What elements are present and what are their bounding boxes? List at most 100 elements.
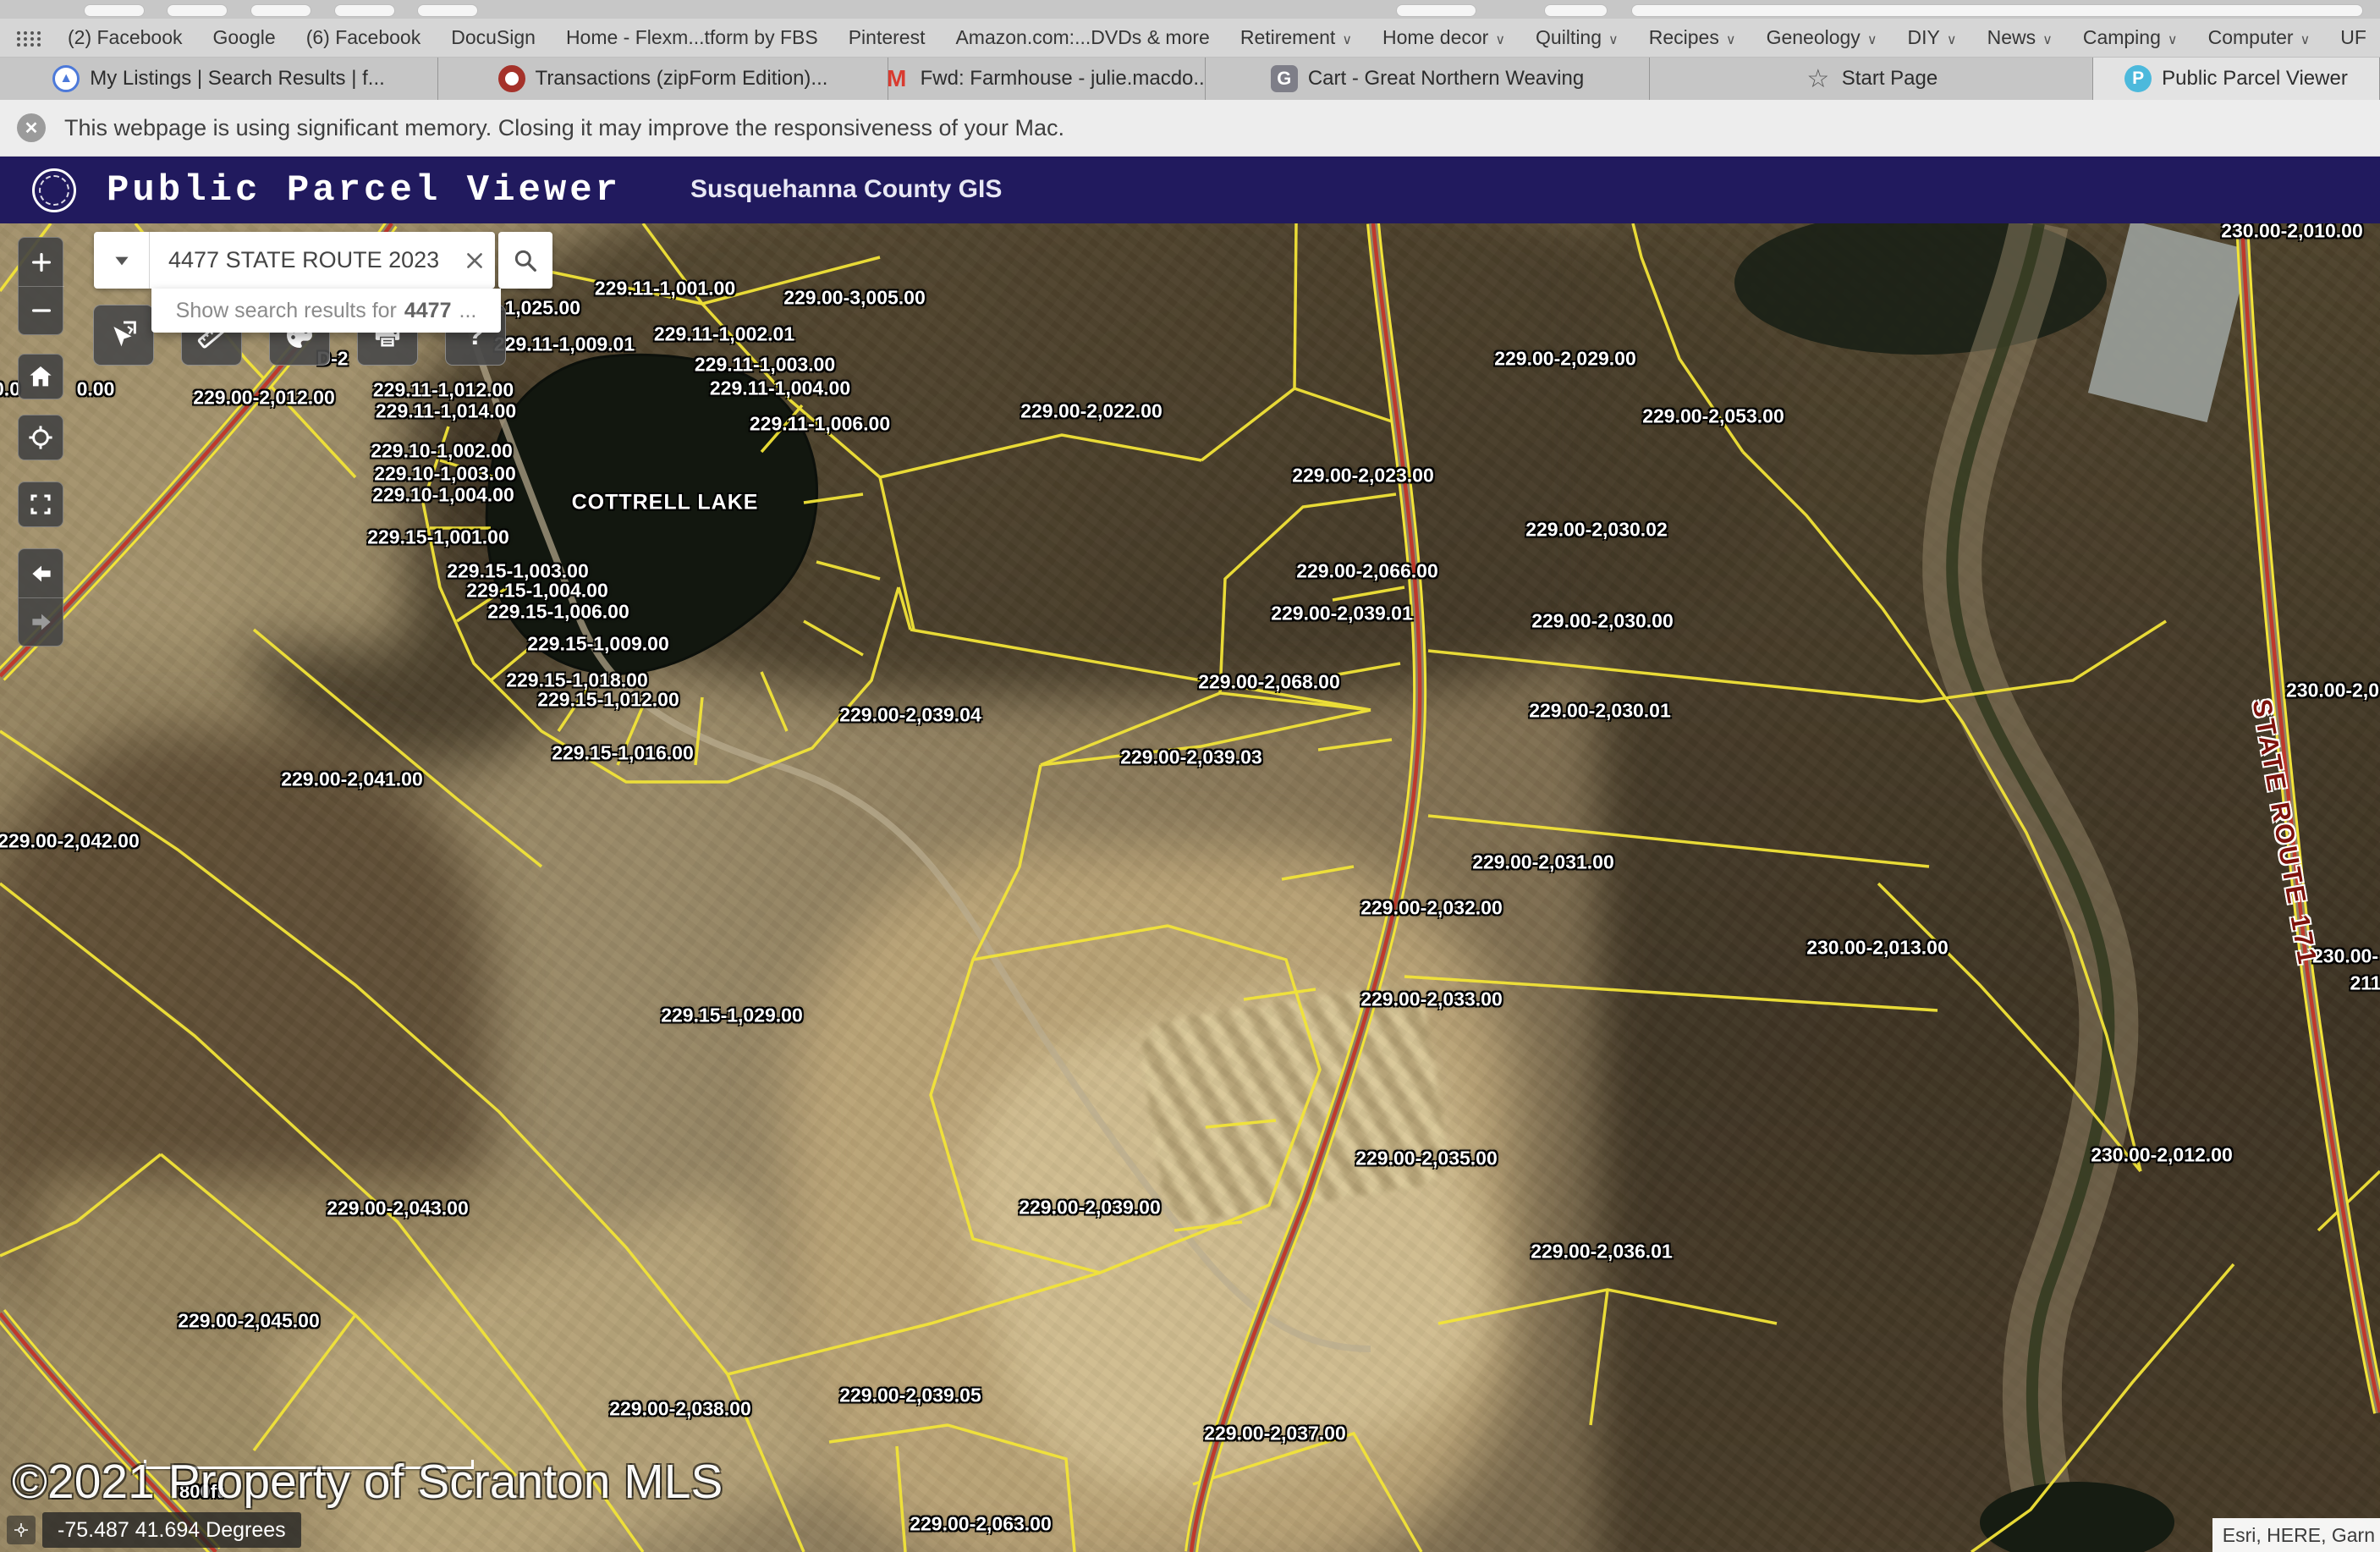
bookmark-item[interactable]: News	[1987, 26, 2053, 49]
search-button[interactable]	[498, 232, 552, 289]
plus-icon	[29, 250, 54, 275]
tab-bar: My Listings | Search Results | f... Tran…	[0, 58, 2380, 100]
parcel-label: 229.11-1,004.00	[710, 377, 850, 400]
tab-favicon	[498, 65, 525, 92]
parcel-label: 229.11-1,012.00	[373, 379, 514, 402]
bookmark-item[interactable]: (6) Facebook	[306, 26, 421, 49]
bookmark-item[interactable]: (2) Facebook	[68, 26, 183, 49]
fullscreen-button[interactable]	[18, 482, 63, 527]
previous-extent-button[interactable]	[19, 549, 64, 597]
zoom-control	[18, 237, 63, 335]
stream	[1952, 223, 2108, 1552]
window-chip	[334, 4, 395, 17]
coordinate-readout: -75.487 41.694 Degrees	[42, 1512, 301, 1548]
copyright-watermark: ©2021 Property of Scranton MLS	[12, 1454, 723, 1510]
bookmark-item[interactable]: Computer	[2208, 26, 2311, 49]
bookmark-item[interactable]: Home decor	[1382, 26, 1505, 49]
window-chip	[1396, 4, 1476, 17]
bookmark-item[interactable]: Recipes	[1649, 26, 1736, 49]
browser-tab[interactable]: My Listings | Search Results | f...	[0, 58, 438, 100]
parcel-label: 229.15-1,029.00	[661, 1004, 803, 1027]
search-source-dropdown[interactable]	[94, 232, 150, 289]
parcel-label: 229.00-2,030.01	[1529, 700, 1671, 723]
browser-tab[interactable]: Start Page	[1650, 58, 2093, 100]
zoom-out-button[interactable]	[19, 286, 64, 334]
parcel-label: 229.11-1,001.00	[595, 278, 735, 300]
bookmark-item[interactable]: Pinterest	[849, 26, 926, 49]
window-chip	[417, 4, 478, 17]
select-parcel-tool-button[interactable]	[93, 305, 154, 366]
parcel-label: 230.00-2,012.00	[2091, 1144, 2233, 1167]
tab-favicon	[1271, 65, 1298, 92]
parcel-label: 229.00-2,012.00	[193, 387, 335, 410]
bookmark-item[interactable]: Geneology	[1767, 26, 1877, 49]
bookmark-item[interactable]: Amazon.com:...DVDs & more	[955, 26, 1209, 49]
minus-icon	[29, 298, 54, 323]
bookmark-item[interactable]: Camping	[2083, 26, 2178, 49]
parcel-boundaries	[0, 223, 2380, 1552]
browser-tab[interactable]: Cart - Great Northern Weaving	[1206, 58, 1650, 100]
window-chip	[1544, 4, 1608, 17]
bookmark-item[interactable]: Retirement	[1240, 26, 1352, 49]
fullscreen-icon	[28, 492, 53, 517]
coordinate-tool[interactable]	[7, 1516, 36, 1544]
tab-title: Start Page	[1842, 67, 1938, 91]
parcel-label: 229.11-1,003.00	[695, 354, 835, 377]
map-canvas[interactable]: 229.11-1,001.00229.00-3,005.001-1,025.00…	[0, 223, 2380, 1552]
bookmark-item[interactable]: UF	[2340, 26, 2366, 49]
window-chip	[250, 4, 311, 17]
apps-grid-icon[interactable]	[15, 30, 37, 47]
bookmark-item[interactable]: Home - Flexm...tform by FBS	[566, 26, 818, 49]
parcel-label: 229.00-2,031.00	[1472, 851, 1614, 874]
locate-me-button[interactable]	[18, 415, 63, 460]
parcel-label: 229.11-1,002.01	[654, 323, 794, 346]
window-chip	[167, 4, 228, 17]
browser-tab[interactable]: Fwd: Farmhouse - julie.macdo...	[888, 58, 1206, 100]
parcel-label: 0.00	[77, 378, 115, 401]
parcel-label: 229.00-2,022.00	[1020, 400, 1163, 423]
browser-window: (2) Facebook Google (6) Facebook DocuSign Ho…	[0, 0, 2380, 1552]
parcel-label: 229.00-2,023.00	[1292, 465, 1434, 487]
search-suggestion[interactable]: Show search results for 4477 ...	[151, 289, 501, 333]
parcel-label: 229.15-1,004.00	[466, 580, 608, 603]
bookmark-item[interactable]: Quilting	[1536, 26, 1619, 49]
parcel-label: 229.00-2,035.00	[1355, 1147, 1498, 1170]
parcel-label: 229.00-2,053.00	[1642, 405, 1784, 428]
bookmark-item[interactable]: DIY	[1908, 26, 1957, 49]
parcel-label: 229.00-2,045.00	[178, 1310, 320, 1333]
close-icon[interactable]: ✕	[17, 113, 46, 142]
tab-title: Transactions (zipForm Edition)...	[536, 67, 828, 91]
bookmark-item[interactable]: DocuSign	[451, 26, 536, 49]
parcel-label: 229.00-2,039.05	[839, 1384, 981, 1407]
parcel-label: 229.10-1,003.00	[374, 463, 516, 486]
suggestion-term: 4477	[404, 299, 452, 323]
search-widget: Show search results for 4477 ...	[94, 232, 552, 289]
cottrell-lake	[486, 355, 816, 674]
chevron-down-icon	[111, 250, 133, 272]
parcel-label: 229.00-2,039.04	[839, 704, 981, 727]
parcel-label: 229.15-1,001.00	[367, 526, 509, 549]
parcel-label: 229.00-2,033.00	[1360, 988, 1503, 1011]
memory-warning-text: This webpage is using significant memory…	[64, 115, 1064, 141]
parcel-label: 229.00-2,066.00	[1296, 560, 1438, 583]
home-extent-button[interactable]	[18, 354, 63, 399]
tab-favicon	[2124, 65, 2152, 92]
tab-title: Cart - Great Northern Weaving	[1308, 67, 1584, 91]
parcel-label: 229.10-1,002.00	[371, 440, 513, 463]
zoom-in-button[interactable]	[19, 238, 64, 286]
parcel-label: 229.00-2,029.00	[1494, 348, 1636, 371]
search-input[interactable]	[150, 232, 454, 289]
suggestion-ellipsis: ...	[459, 299, 477, 323]
parcel-label: 229.00-2,063.00	[910, 1513, 1052, 1536]
browser-tab[interactable]: Public Parcel Viewer	[2093, 58, 2380, 100]
parcel-label: 229.00-2,039.01	[1271, 603, 1413, 625]
coordinates-text: -75.487 41.694 Degrees	[58, 1518, 286, 1543]
parcel-label: 229.11-1,006.00	[750, 413, 890, 436]
bookmark-item[interactable]: Google	[213, 26, 276, 49]
parcel-label: 229.15-1,012.00	[537, 689, 679, 712]
extent-history-control	[18, 548, 63, 647]
next-extent-button[interactable]	[19, 597, 64, 646]
clear-search-icon[interactable]	[454, 232, 495, 289]
browser-tab[interactable]: Transactions (zipForm Edition)...	[438, 58, 888, 100]
parcel-label: 229.00-2,037.00	[1204, 1423, 1346, 1445]
